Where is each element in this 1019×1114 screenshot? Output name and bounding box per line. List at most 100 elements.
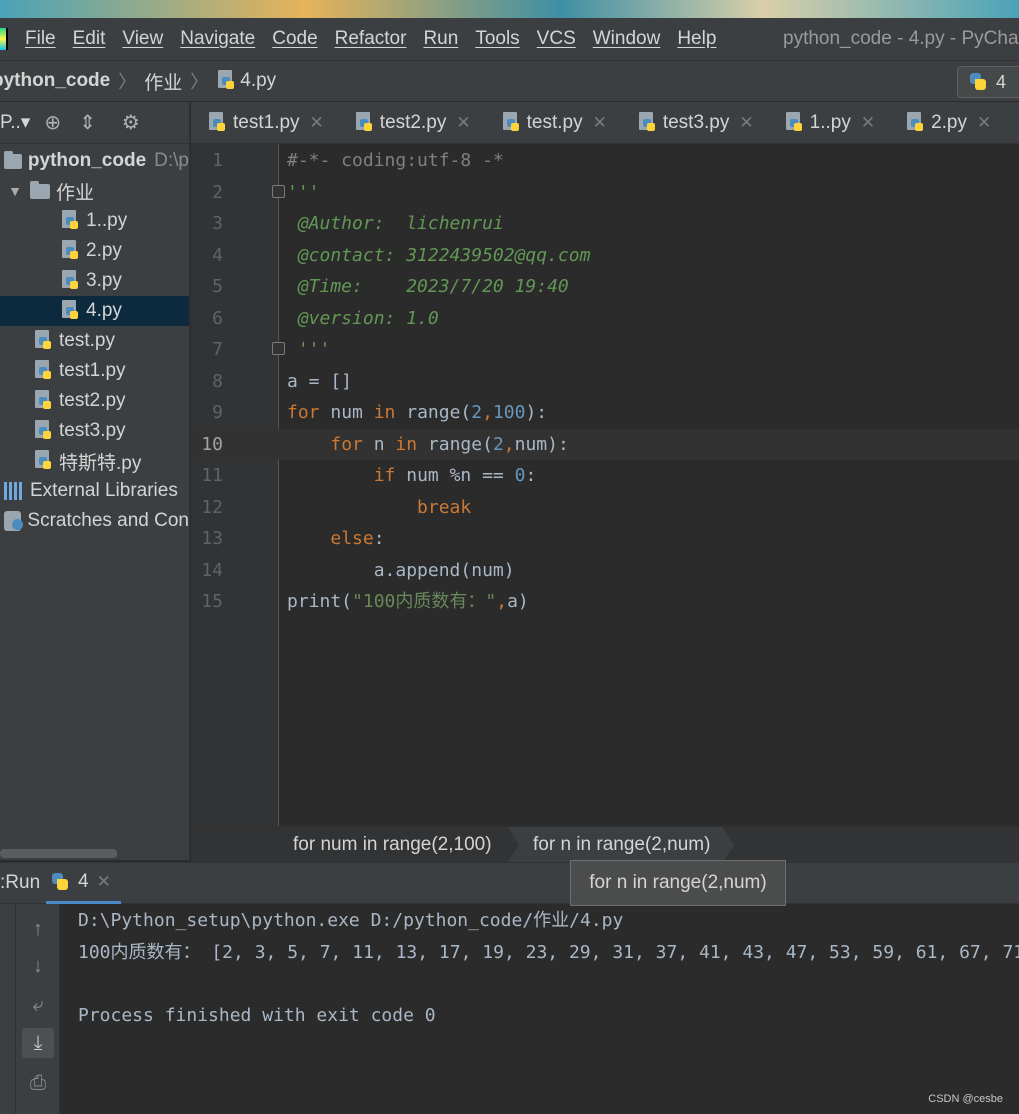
python-file-icon [207, 111, 227, 134]
code-token: @Author: lichenrui [287, 213, 504, 234]
tree-item[interactable]: test3.py [0, 416, 189, 446]
code-editor[interactable]: 1 #-*- coding:utf-8 -* 2 ''' 3 @Author: lich… [191, 144, 1019, 826]
tree-item-label: Scratches and Con [27, 510, 189, 531]
code-text: break [287, 492, 471, 523]
editor-tab[interactable]: 1..py ✕ [768, 102, 889, 143]
close-icon[interactable]: ✕ [739, 113, 753, 133]
arrow-up-icon[interactable]: ↑ [22, 914, 54, 944]
code-token: break [417, 496, 472, 518]
editor-tab[interactable]: test3.py ✕ [621, 102, 768, 143]
run-tab-4[interactable]: 4 ✕ [46, 862, 121, 904]
python-file-icon [60, 240, 80, 262]
editor-tab[interactable]: 2.py ✕ [889, 102, 1005, 143]
tree-item-path-hint: D:\p [154, 150, 189, 171]
gear-icon[interactable]: ⚙ [122, 110, 140, 135]
editor-tab-label: 1..py [809, 111, 851, 133]
editor-tab[interactable]: test2.py ✕ [338, 102, 485, 143]
code-text: @Author: lichenrui [287, 208, 504, 239]
close-icon[interactable]: ✕ [97, 872, 111, 892]
code-line: 5 @Time: 2023/7/20 19:40 [191, 271, 1019, 302]
arrow-down-icon[interactable]: ↓ [22, 951, 54, 981]
collapse-all-icon[interactable]: ⇕ [79, 110, 96, 135]
code-line: 7 ''' [191, 334, 1019, 365]
tree-item[interactable]: 1..py [0, 206, 189, 236]
menu-run[interactable]: Run [423, 28, 458, 50]
close-icon[interactable]: ✕ [310, 113, 324, 133]
python-file-icon [216, 70, 236, 92]
tree-item[interactable]: ▼ 作业 [0, 176, 189, 206]
menu-navigate[interactable]: Navigate [180, 28, 255, 50]
code-token: num %n == [395, 465, 515, 486]
code-text: for num in range(2,100): [287, 397, 547, 428]
run-console-output[interactable]: CSDN @cesbe D:\Python_setup\python.exe D… [60, 904, 1019, 1114]
menu-edit[interactable]: Edit [73, 28, 106, 50]
code-text: else: [287, 523, 384, 554]
code-text: #-*- coding:utf-8 -* [287, 145, 504, 176]
tree-item[interactable]: test2.py [0, 386, 189, 416]
run-configuration-selector[interactable]: 4 [957, 66, 1019, 98]
code-token: ): [525, 402, 548, 423]
soft-wrap-icon[interactable]: ⤶ [22, 990, 54, 1020]
print-icon[interactable]: ⎙ [22, 1068, 54, 1098]
line-number: 10 [201, 433, 223, 455]
tree-item-label: test1.py [59, 360, 126, 381]
menu-refactor[interactable]: Refactor [335, 28, 407, 50]
fold-marker-icon[interactable] [272, 184, 285, 198]
close-icon[interactable]: ✕ [593, 113, 607, 133]
nav-crumb-project[interactable]: python_code [0, 70, 110, 92]
tree-item[interactable]: 3.py [0, 266, 189, 296]
code-line: 9 for num in range(2,100): [191, 397, 1019, 428]
tree-item-label: 3.py [86, 270, 122, 291]
code-line: 6 @version: 1.0 [191, 303, 1019, 334]
locate-file-icon[interactable]: ⊕ [44, 110, 61, 135]
tree-item[interactable]: test1.py [0, 356, 189, 386]
tree-item[interactable]: test.py [0, 326, 189, 356]
tree-item[interactable]: 特斯特.py [0, 446, 189, 476]
project-view-selector[interactable]: P..▾ [0, 111, 30, 134]
menu-file[interactable]: File [25, 28, 56, 50]
editor-tab[interactable]: test.py ✕ [485, 102, 621, 143]
line-number: 15 [201, 591, 223, 612]
code-token: print( [287, 591, 353, 612]
python-file-icon [354, 111, 374, 134]
run-label: Run: [0, 872, 41, 893]
menu-tools[interactable]: Tools [475, 28, 519, 50]
menu-window[interactable]: Window [593, 28, 661, 50]
menu-code[interactable]: Code [272, 28, 317, 50]
editor-tab-bar: test1.py ✕ test2.py ✕ test.py ✕ test3.py ✕ 1..py… [191, 102, 1019, 144]
editor-tab[interactable]: test1.py ✕ [191, 102, 338, 143]
breadcrumb-tooltip: for n in range(2,num) [570, 860, 786, 906]
tree-item-label: 特斯特.py [59, 452, 142, 474]
tree-item-label: test2.py [59, 390, 126, 411]
code-token: @contact: 3122439502@qq.com [287, 244, 591, 266]
horizontal-scrollbar[interactable] [0, 849, 117, 858]
code-token: range( [417, 433, 493, 455]
breadcrumb-inner-loop[interactable]: for n in range(2,num) [507, 827, 734, 863]
tree-item[interactable]: 4.py [0, 296, 189, 326]
tree-item[interactable]: python_code D:\p [0, 146, 189, 176]
code-token: 100 [492, 402, 526, 423]
editor-tab[interactable] [1005, 102, 1019, 143]
code-text: @Time: 2023/7/20 19:40 [287, 271, 569, 302]
close-icon[interactable]: ✕ [456, 113, 470, 133]
line-number: 1 [212, 150, 223, 171]
fold-marker-icon[interactable] [272, 342, 285, 355]
chevron-down-icon[interactable]: ▼ [6, 183, 24, 199]
menu-vcs[interactable]: VCS [537, 28, 576, 50]
code-text: a.append(num) [287, 555, 515, 586]
menu-view[interactable]: View [122, 28, 163, 50]
breadcrumb-outer-loop[interactable]: for num in range(2,100) [293, 827, 492, 863]
scroll-to-end-icon[interactable]: ⤓ [22, 1028, 54, 1058]
nav-crumb-folder[interactable]: 作业 [144, 68, 182, 95]
tree-item[interactable]: Scratches and Con [0, 506, 189, 536]
code-token: @Time: 2023/7/20 19:40 [287, 276, 569, 297]
tree-item[interactable]: External Libraries [0, 476, 189, 506]
console-line: Process finished with exit code 0 [78, 1004, 436, 1026]
close-icon[interactable]: ✕ [977, 113, 991, 133]
nav-crumb-file[interactable]: 4.py [240, 70, 276, 92]
menu-help[interactable]: Help [677, 28, 716, 50]
project-toolbar: P..▾ ⊕ ⇕ ⚙ [0, 102, 189, 144]
close-icon[interactable]: ✕ [861, 113, 875, 133]
tree-item[interactable]: 2.py [0, 236, 189, 266]
